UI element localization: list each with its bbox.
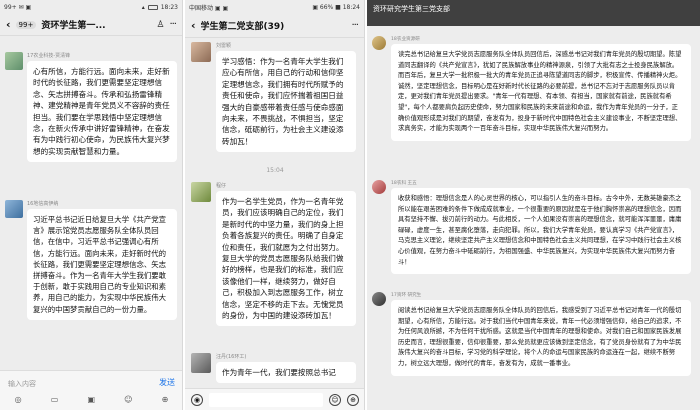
chat-message: 16地信高伊纳 习近平总书记近日给复旦大学《共产党宣言》展示馆党员志愿服务队全体… (0, 200, 182, 320)
person-icon[interactable]: ♙ (156, 20, 164, 30)
timestamp: 15:04 (266, 167, 284, 174)
avatar[interactable] (191, 182, 211, 202)
message-bubble[interactable]: 学习感悟：作为一名青年大学生我们应心有所信，用自己的行动和信仰坚定理想信念，我们… (216, 51, 356, 153)
message-input[interactable]: 输入内容 (8, 379, 36, 389)
chat-screen-1: 99+ ✉ ▣ ▴ 18:23 ‹ 99+ 资环学生第一... ♙ ··· 17… (0, 0, 183, 410)
avatar[interactable] (5, 200, 23, 218)
chat-message: 18农业资源研 读完总书记给复旦大学党员志愿服务队全体队员回信后，深感总书记对我… (367, 36, 700, 141)
voice-icon[interactable]: ◎ (15, 395, 22, 404)
sender-name: 汪丹(16环工) (216, 354, 247, 360)
more-button[interactable]: ··· (169, 19, 176, 30)
chat-header: ‹ 99+ 资环学生第一... ♙ ··· (0, 14, 182, 36)
avatar[interactable] (191, 353, 211, 373)
avatar[interactable] (191, 42, 211, 62)
message-bubble[interactable]: 收获和感悟：理想信念是人的心灵世界的核心，可以指引人生的奋斗目标。古今中外，无数… (391, 188, 691, 275)
sender-name: 刘雷颖 (216, 43, 232, 49)
sender-name: 16地信高伊纳 (27, 201, 59, 207)
signal-icon: ▴ (141, 3, 145, 11)
send-button[interactable]: 发送 (159, 377, 175, 388)
chat-message: 17资环 研究生 阅读总书记给复旦大学党员志愿服务队全体队员的回信后，我感受到了… (367, 292, 700, 376)
message-bubble[interactable]: 心有所信，方能行远。面向未来，走好新时代的长征路，我们更需要坚定理想信念、矢志拼… (27, 61, 177, 163)
status-right: ▣ 66% ■ 18:24 (312, 3, 360, 11)
status-left: 中国移动 ▣ ▣ (189, 4, 229, 12)
sender-name: 18农业资源研 (391, 37, 420, 42)
back-button[interactable]: ‹ (6, 18, 11, 31)
avatar[interactable] (372, 292, 386, 306)
message-bubble[interactable]: 作为一名学生党员，作为一名青年党员，我们应该明确自己的定位，我们是新时代的中坚力… (216, 191, 356, 327)
input-bar: 输入内容 发送 ◎ ▭ ▣ ☺ ⊕ (0, 370, 182, 410)
back-button[interactable]: ‹ (191, 19, 196, 32)
status-left: 99+ ✉ ▣ (4, 3, 32, 11)
camera-icon[interactable]: ▣ (87, 395, 95, 404)
chat-title: 资环研究学生第三党支部 (373, 5, 450, 13)
sender-name: 程仔 (216, 183, 227, 189)
image-icon[interactable]: ▭ (51, 395, 59, 404)
avatar[interactable] (5, 52, 23, 70)
status-bar: 99+ ✉ ▣ ▴ 18:23 (0, 0, 182, 14)
clock-text: 18:23 (160, 3, 178, 11)
emoji-icon[interactable]: ☺ (124, 395, 132, 404)
chat-message: 18农科 王五 收获和感悟：理想信念是人的心灵世界的核心，可以指引人生的奋斗目标… (367, 180, 700, 275)
sender-name: 17农业科技-贾清锋 (27, 53, 71, 59)
voice-icon[interactable]: ◉ (191, 393, 203, 406)
chat-screen-2: 中国移动 ▣ ▣ ▣ 66% ■ 18:24 ‹ 学生第二党支部(39) ···… (185, 0, 365, 410)
chat-message: 汪丹(16环工) 作为青年一代，我们要按照总书记 (185, 353, 364, 384)
message-bubble[interactable]: 作为青年一代，我们要按照总书记 (216, 362, 356, 384)
sender-name: 18农科 王五 (391, 181, 417, 186)
more-button[interactable]: ··· (351, 20, 358, 31)
chat-header: 资环研究学生第三党支部 (367, 0, 700, 26)
message-bubble[interactable]: 读完总书记给复旦大学党员志愿服务队全体队员回信后，深感总书记对我们青年党员的殷切… (391, 44, 691, 141)
message-bubble[interactable]: 习近平总书记近日给复旦大学《共产党宣言》展示馆党员志愿服务队全体队员回信，在信中… (27, 209, 177, 320)
unread-badge: 99+ (15, 20, 37, 29)
status-right: ▴ 18:23 (142, 4, 178, 11)
chat-message: 17农业科技-贾清锋 心有所信，方能行远。面向未来，走好新时代的长征路，我们更需… (0, 52, 182, 163)
emoji-icon[interactable]: ☺ (329, 393, 341, 406)
plus-icon[interactable]: ⊕ (347, 393, 359, 406)
avatar[interactable] (372, 36, 386, 50)
toolbar: ◎ ▭ ▣ ☺ ⊕ (0, 395, 182, 404)
message-bubble[interactable]: 阅读总书记给复旦大学党员志愿服务队全体队员的回信后，我感受到了习近平总书记对青年… (391, 300, 691, 376)
chat-header: ‹ 学生第二党支部(39) ··· (185, 14, 364, 38)
message-input[interactable] (209, 392, 323, 407)
plus-icon[interactable]: ⊕ (162, 395, 169, 404)
battery-icon (147, 4, 158, 10)
input-bar: ◉ ☺ ⊕ (185, 388, 364, 410)
chat-message: 刘雷颖 学习感悟：作为一名青年大学生我们应心有所信，用自己的行动和信仰坚定理想信… (185, 42, 364, 153)
chat-screen-3: 资环研究学生第三党支部 18农业资源研 读完总书记给复旦大学党员志愿服务队全体队… (367, 0, 700, 410)
status-bar: 中国移动 ▣ ▣ ▣ 66% ■ 18:24 (185, 0, 364, 14)
sender-name: 17资环 研究生 (391, 293, 422, 298)
chat-message: 程仔 作为一名学生党员，作为一名青年党员，我们应该明确自己的定位，我们是新时代的… (185, 182, 364, 327)
chat-title: 学生第二党支部(39) (200, 22, 285, 32)
avatar[interactable] (372, 180, 386, 194)
chat-title: 资环学生第一... (41, 21, 106, 31)
